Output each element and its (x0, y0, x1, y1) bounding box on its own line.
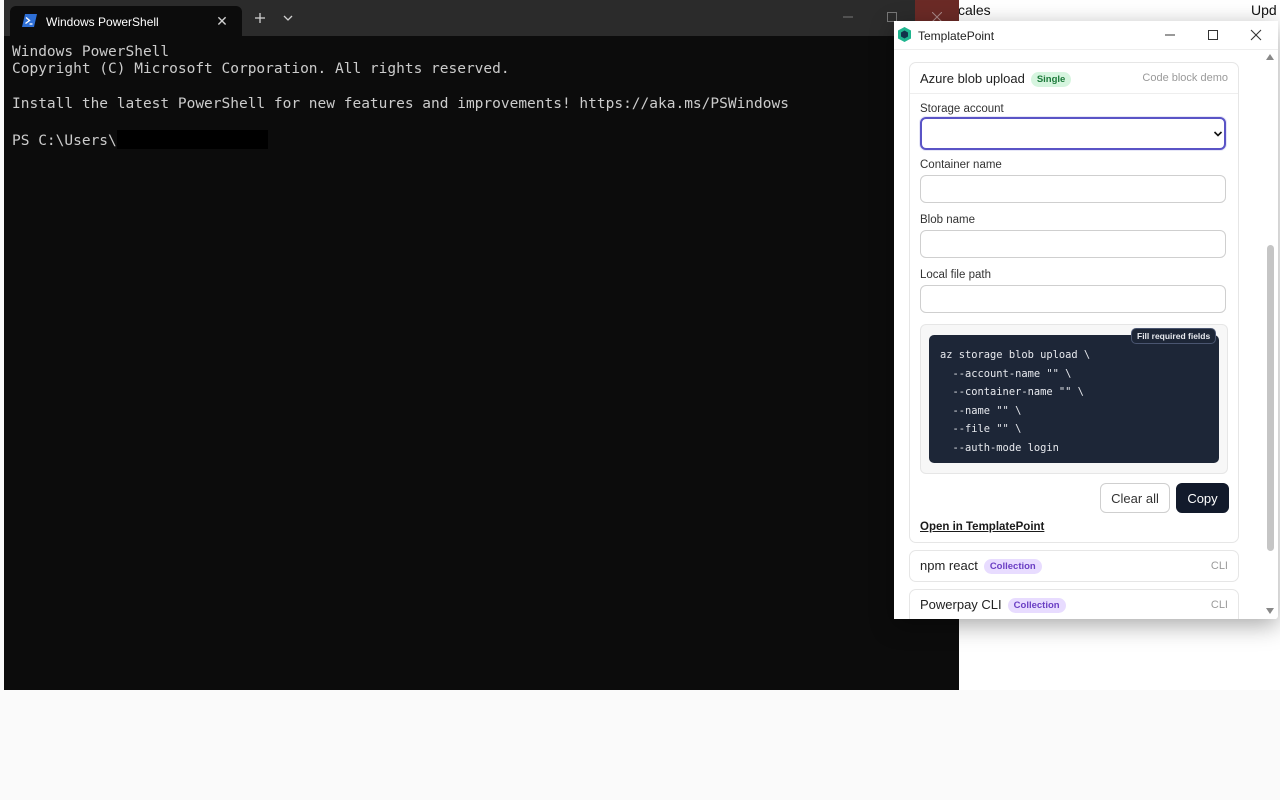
card-meta: Code block demo (1142, 72, 1228, 84)
tab-dropdown-chevron-icon[interactable] (280, 10, 296, 26)
local-file-path-input[interactable] (920, 285, 1226, 313)
powershell-window[interactable]: Windows PowerShell ✕ Windows PowerShell C… (4, 0, 959, 690)
scroll-thumb[interactable] (1267, 245, 1274, 551)
background-text-right: Upd (1251, 2, 1277, 18)
scroll-up-arrow-icon[interactable] (1266, 54, 1274, 60)
tab-title: Windows PowerShell (46, 15, 159, 29)
close-icon[interactable] (1248, 27, 1264, 43)
card-header: Powerpay CLI Collection (920, 597, 1066, 613)
powershell-icon (22, 14, 37, 27)
card-meta: CLI (1210, 599, 1228, 611)
collection-badge: Collection (1007, 598, 1066, 613)
terminal-titlebar[interactable]: Windows PowerShell ✕ (4, 0, 959, 36)
collection-badge: Collection (983, 559, 1042, 574)
minimize-icon (843, 16, 853, 18)
terminal-prompt-line[interactable]: PS C:\Users\ (12, 130, 789, 150)
card-header: npm react Collection (920, 558, 1042, 574)
card-meta: CLI (1210, 560, 1228, 572)
templatepoint-window[interactable]: TemplatePoint Azure blob upload Single Co… (894, 21, 1278, 619)
minimize-icon[interactable] (1162, 27, 1178, 43)
maximize-icon[interactable] (1205, 27, 1221, 43)
templatepoint-logo-icon (898, 27, 911, 42)
new-tab-plus-icon[interactable] (252, 10, 268, 26)
copy-button[interactable]: Copy (1176, 483, 1229, 513)
code-block[interactable]: az storage blob upload \ --account-name … (929, 335, 1219, 463)
code-block-container: az storage blob upload \ --account-name … (920, 324, 1228, 474)
templatepoint-title: TemplatePoint (918, 29, 995, 43)
card-title: Azure blob upload (920, 71, 1025, 86)
template-card-azure-blob-upload[interactable]: Azure blob upload Single Code block demo … (909, 62, 1239, 543)
container-name-input[interactable] (920, 175, 1226, 203)
template-card-powerpay-cli[interactable]: Powerpay CLI Collection CLI (909, 589, 1239, 619)
container-name-label: Container name (920, 159, 1002, 171)
chevron-down-icon[interactable] (1213, 129, 1223, 139)
blob-name-label: Blob name (920, 214, 975, 226)
storage-account-label: Storage account (920, 103, 1004, 115)
tab-windows-powershell[interactable]: Windows PowerShell ✕ (10, 6, 242, 36)
tab-close-icon[interactable]: ✕ (214, 13, 230, 29)
redacted-username (116, 130, 268, 150)
local-file-path-label: Local file path (920, 269, 991, 281)
blob-name-input[interactable] (920, 230, 1226, 258)
single-badge: Single (1030, 72, 1072, 87)
card-title: npm react (920, 558, 978, 573)
fill-required-fields-pill: Fill required fields (1131, 328, 1217, 344)
scroll-down-arrow-icon[interactable] (1266, 608, 1274, 614)
code-text: az storage blob upload \ --account-name … (940, 349, 1091, 454)
prompt-text: PS C:\Users\ (12, 133, 117, 150)
card-header[interactable]: Azure blob upload Single (920, 71, 1072, 87)
card-divider (910, 93, 1238, 94)
terminal-line: Copyright (C) Microsoft Corporation. All… (12, 61, 510, 78)
storage-account-select[interactable] (920, 117, 1226, 150)
terminal-output[interactable]: Windows PowerShell Copyright (C) Microsof… (12, 44, 789, 151)
background-text-left: cales (958, 2, 991, 18)
open-in-templatepoint-link[interactable]: Open in TemplatePoint (920, 521, 1044, 533)
templatepoint-titlebar[interactable]: TemplatePoint (894, 21, 1278, 50)
terminal-minimize-button[interactable] (826, 0, 870, 34)
clear-all-button[interactable]: Clear all (1100, 483, 1170, 513)
template-card-npm-react[interactable]: npm react Collection CLI (909, 550, 1239, 582)
templatepoint-scrollbar[interactable] (1264, 50, 1276, 619)
terminal-line: Windows PowerShell (12, 44, 170, 60)
terminal-line: Install the latest PowerShell for new fe… (12, 95, 789, 112)
card-title: Powerpay CLI (920, 597, 1002, 612)
templatepoint-content[interactable]: Azure blob upload Single Code block demo … (894, 50, 1264, 619)
